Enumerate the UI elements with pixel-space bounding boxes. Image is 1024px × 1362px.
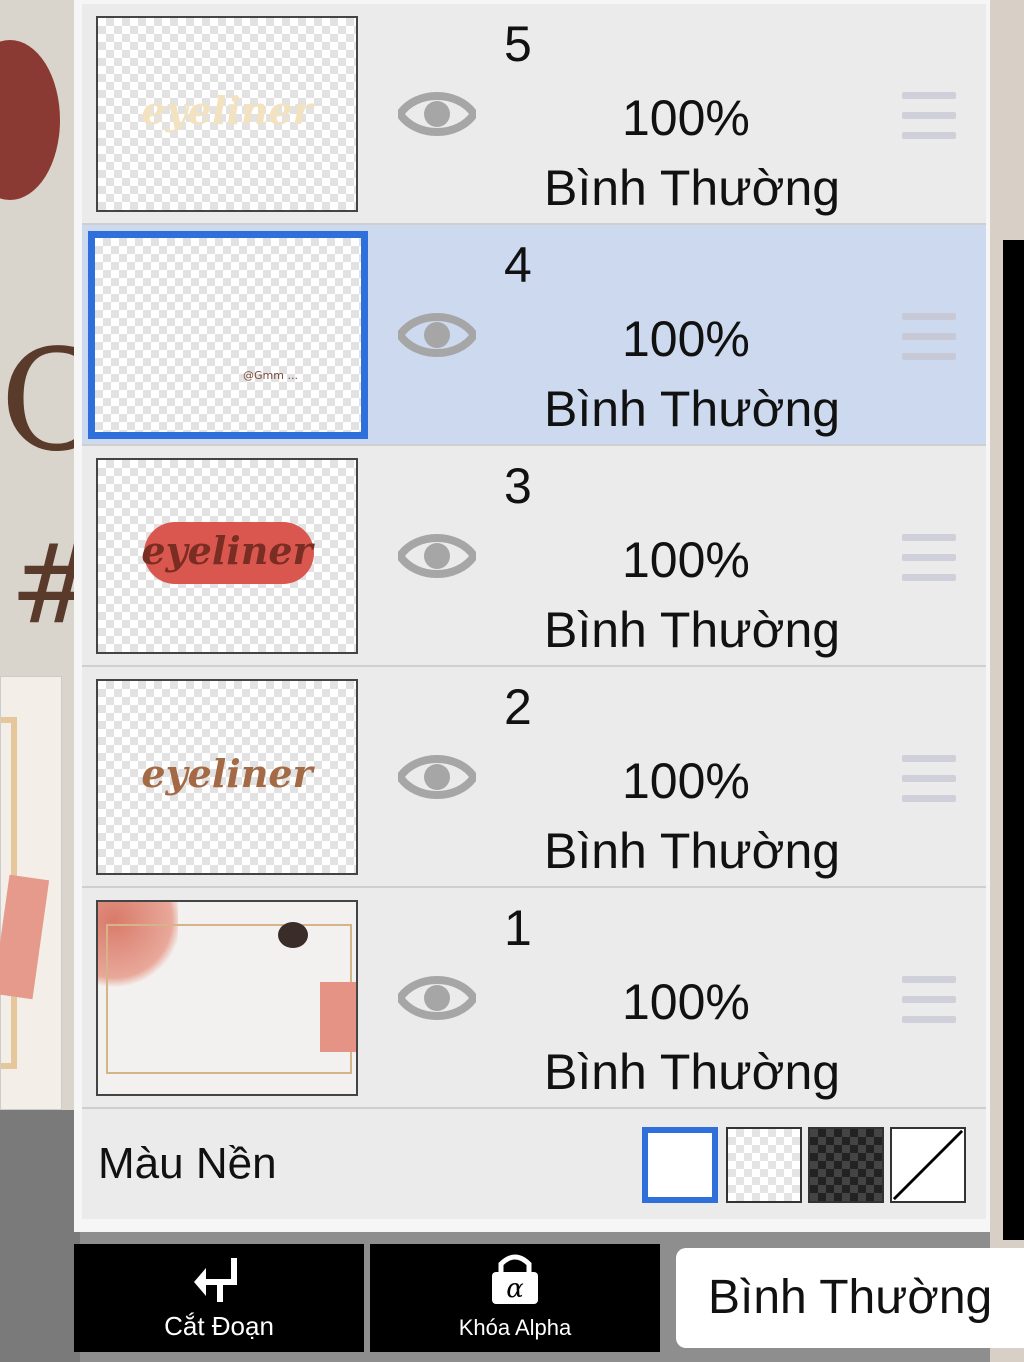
cut-label: Cắt Đoạn [164, 1311, 274, 1341]
canvas-photo [0, 676, 62, 1110]
layer-number: 4 [504, 237, 532, 293]
eye-icon[interactable] [398, 970, 476, 1026]
layer-row-1[interactable]: 1 100% Bình Thường [82, 888, 986, 1109]
swatch-white[interactable] [642, 1127, 718, 1203]
background-color-row: Màu Nền [82, 1109, 986, 1219]
eye-icon[interactable] [398, 749, 476, 805]
layer-row-5[interactable]: eyeliner 5 100% Bình Thường [82, 4, 986, 225]
background-color-label: Màu Nền [98, 1139, 277, 1188]
layer-number: 3 [504, 458, 532, 514]
drag-handle-icon[interactable] [902, 92, 956, 140]
eye-icon[interactable] [398, 86, 476, 142]
thumbnail-text: @Gmm ... [243, 369, 298, 382]
drag-handle-icon[interactable] [902, 976, 956, 1024]
svg-text:α: α [506, 1274, 524, 1304]
drag-handle-icon[interactable] [902, 313, 956, 361]
drag-handle-icon[interactable] [902, 755, 956, 803]
layer-opacity[interactable]: 100% [622, 751, 750, 811]
swatch-transparent-light[interactable] [726, 1127, 802, 1203]
layer-opacity[interactable]: 100% [622, 530, 750, 590]
layer-thumbnail[interactable]: eyeliner [96, 458, 358, 654]
blend-mode-button[interactable]: Bình Thường [676, 1248, 1024, 1348]
blend-mode-label: Bình Thường [708, 1271, 993, 1324]
layer-opacity[interactable]: 100% [622, 972, 750, 1032]
eye-icon[interactable] [398, 528, 476, 584]
cut-arrow-icon [194, 1258, 237, 1302]
layer-number: 2 [504, 679, 532, 735]
thumbnail-text: eyeliner [141, 88, 313, 133]
layer-opacity[interactable]: 100% [622, 309, 750, 369]
layer-row-3[interactable]: eyeliner 3 100% Bình Thường [82, 446, 986, 667]
layer-blend-mode[interactable]: Bình Thường [544, 379, 840, 439]
swatch-none[interactable] [890, 1127, 966, 1203]
layer-number: 5 [504, 16, 532, 72]
layer-row-2[interactable]: eyeliner 2 100% Bình Thường [82, 667, 986, 888]
layer-list: eyeliner 5 100% Bình Thường @Gmm ... 4 1… [82, 4, 986, 1219]
layer-thumbnail[interactable] [96, 900, 358, 1096]
thumbnail-text: eyeliner [141, 528, 313, 573]
layer-blend-mode[interactable]: Bình Thường [544, 158, 840, 218]
layer-row-4[interactable]: @Gmm ... 4 100% Bình Thường [82, 225, 986, 446]
canvas-lower-area [0, 1110, 80, 1362]
layer-opacity[interactable]: 100% [622, 88, 750, 148]
layer-number: 1 [504, 900, 532, 956]
layer-blend-mode[interactable]: Bình Thường [544, 821, 840, 881]
alpha-lock-button[interactable]: α Khóa Alpha [370, 1244, 660, 1352]
layer-thumbnail[interactable]: eyeliner [96, 679, 358, 875]
thumbnail-text: eyeliner [141, 751, 313, 796]
alpha-lock-label: Khóa Alpha [458, 1315, 572, 1340]
canvas-right-black [1003, 240, 1024, 1240]
drag-handle-icon[interactable] [902, 534, 956, 582]
layer-thumbnail[interactable]: @Gmm ... [88, 231, 368, 439]
alpha-lock-icon: α [492, 1254, 538, 1304]
layer-panel: eyeliner 5 100% Bình Thường @Gmm ... 4 1… [74, 0, 990, 1232]
cut-button[interactable]: Cắt Đoạn [74, 1244, 364, 1352]
layer-blend-mode[interactable]: Bình Thường [544, 1042, 840, 1102]
bottom-toolbar: Cắt Đoạn α Khóa Alpha Bình Thường [74, 1244, 1024, 1352]
layer-thumbnail[interactable]: eyeliner [96, 16, 358, 212]
eye-icon[interactable] [398, 307, 476, 363]
layer-blend-mode[interactable]: Bình Thường [544, 600, 840, 660]
swatch-transparent-dark[interactable] [808, 1127, 884, 1203]
